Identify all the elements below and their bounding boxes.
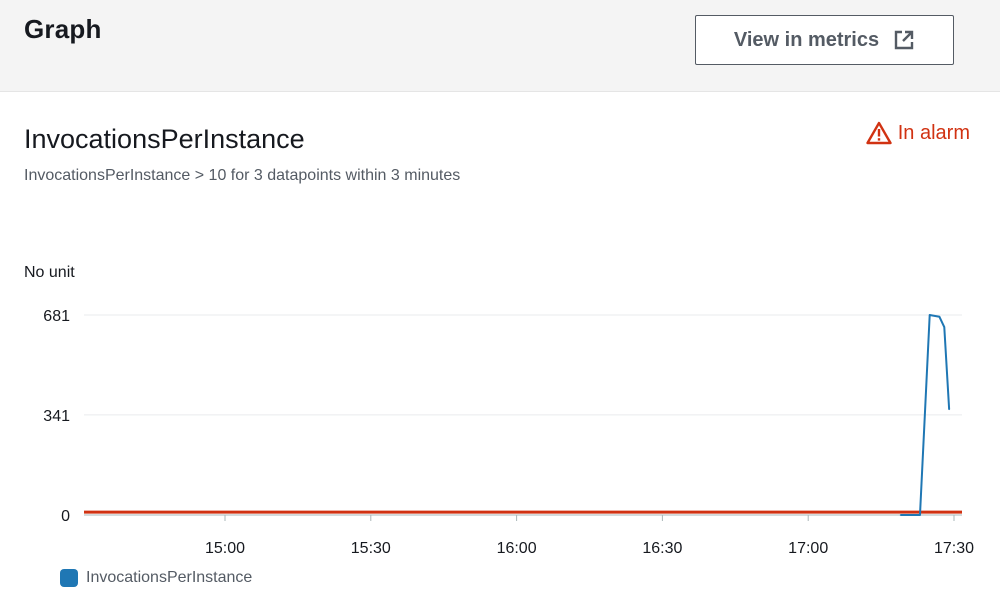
data-point xyxy=(919,514,921,516)
legend-swatch xyxy=(60,569,78,587)
x-tick-label: 17:00 xyxy=(788,540,828,557)
data-point xyxy=(928,314,931,316)
metric-chart: 0 341 681 15:00 15:30 16:00 16:30 17:00 17:30 xyxy=(43,308,974,557)
alarm-condition: InvocationsPerInstance > 10 for 3 datapo… xyxy=(24,167,461,184)
graph-heading: Graph xyxy=(24,14,102,44)
x-tick-label: 17:30 xyxy=(934,540,974,557)
x-tick-label: 16:30 xyxy=(642,540,682,557)
x-tick-label: 16:00 xyxy=(497,540,537,557)
alarm-status-label: In alarm xyxy=(897,121,970,144)
external-link-icon xyxy=(893,29,915,51)
data-point xyxy=(899,514,902,516)
x-tick-label: 15:00 xyxy=(205,540,245,557)
legend-label: InvocationsPerInstance xyxy=(86,569,253,586)
view-in-metrics-label: View in metrics xyxy=(733,28,880,51)
y-axis-unit: No unit xyxy=(24,264,75,281)
y-tick-label: 0 xyxy=(61,508,70,525)
graph-header: Graph View in metrics xyxy=(0,0,1000,92)
chart-legend[interactable]: InvocationsPerInstance xyxy=(60,569,252,587)
data-point xyxy=(943,326,946,328)
metric-title: InvocationsPerInstance xyxy=(24,124,305,154)
x-tick-label: 15:30 xyxy=(351,540,391,557)
alarm-status: In alarm xyxy=(866,121,970,145)
data-point xyxy=(948,408,950,411)
warning-triangle-icon xyxy=(866,121,892,145)
view-in-metrics-button[interactable]: View in metrics xyxy=(695,15,954,65)
y-tick-label: 341 xyxy=(43,408,70,425)
y-tick-label: 681 xyxy=(43,308,70,325)
data-point xyxy=(938,315,941,318)
